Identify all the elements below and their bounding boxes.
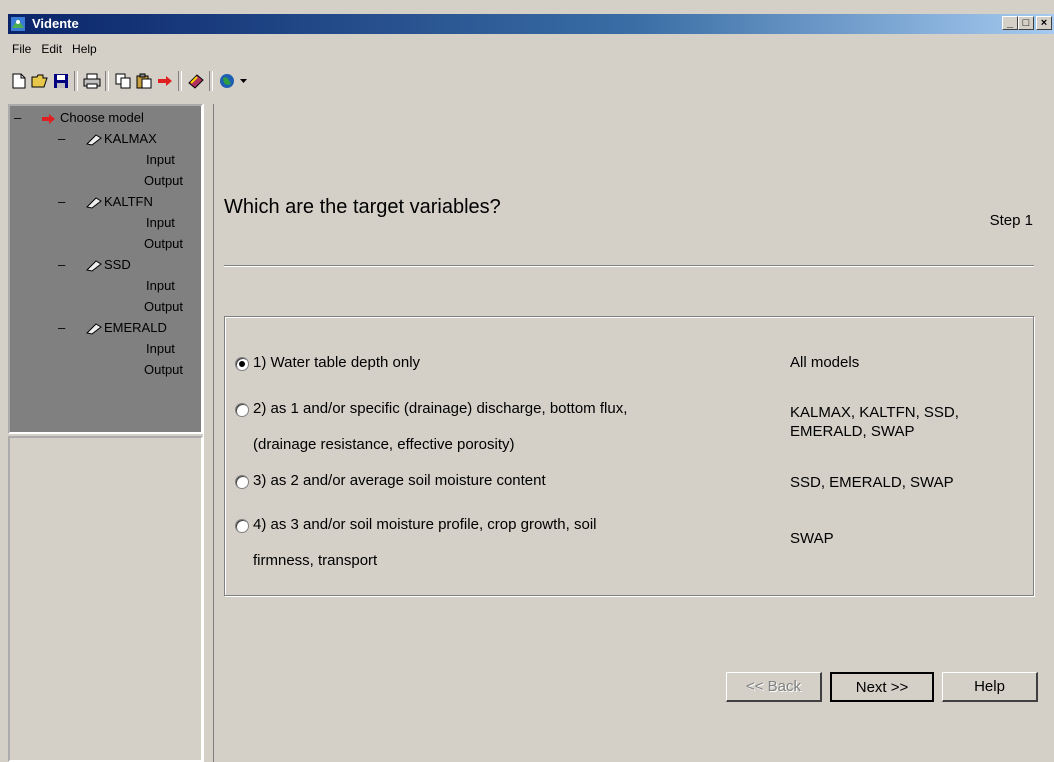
tree-expander[interactable]: –: [58, 131, 65, 146]
save-icon[interactable]: [50, 71, 71, 92]
title-bar: Vidente _ □ ×: [8, 14, 1054, 34]
globe-icon[interactable]: [216, 71, 237, 92]
option-radio[interactable]: [235, 403, 249, 417]
pencil-icon: [86, 134, 102, 146]
maximize-button[interactable]: □: [1018, 16, 1034, 30]
option-label[interactable]: 3) as 2 and/or average soil moisture con…: [253, 463, 546, 499]
close-button[interactable]: ×: [1036, 16, 1052, 30]
tree-expander[interactable]: –: [58, 194, 65, 209]
tree-item-output[interactable]: Output: [144, 173, 183, 188]
option-1[interactable]: 1) Water table depth only: [235, 345, 420, 381]
pencil-icon: [86, 323, 102, 335]
back-button-label: << Back: [745, 678, 802, 695]
option-label[interactable]: 1) Water table depth only: [253, 345, 420, 381]
dropdown-arrow-icon[interactable]: [237, 71, 249, 92]
back-button[interactable]: << Back: [726, 672, 822, 702]
menu-edit[interactable]: Edit: [37, 40, 68, 58]
book-icon[interactable]: [185, 71, 206, 92]
step-indicator: Step 1: [989, 212, 1033, 229]
app-icon: [11, 17, 25, 31]
option-models: SSD, EMERALD, SWAP: [790, 474, 954, 491]
toolbar: [8, 68, 249, 94]
option-radio[interactable]: [235, 475, 249, 489]
divider: [224, 265, 1034, 267]
print-icon[interactable]: [81, 71, 102, 92]
menu-bar: File Edit Help: [8, 40, 103, 58]
model-tree: – Choose model – KALMAX Input Output – K…: [8, 104, 203, 434]
new-icon[interactable]: [8, 71, 29, 92]
tree-item-input[interactable]: Input: [146, 215, 175, 230]
pencil-icon: [86, 260, 102, 272]
tree-model-label[interactable]: SSD: [104, 257, 131, 272]
tree-item-output[interactable]: Output: [144, 362, 183, 377]
toolbar-separator: [209, 71, 213, 91]
option-models: KALMAX, KALTFN, SSD, EMERALD, SWAP: [790, 403, 959, 441]
tree-model-label[interactable]: KALTFN: [104, 194, 153, 209]
option-models: All models: [790, 354, 860, 371]
window-title: Vidente: [32, 16, 79, 31]
tree-item-input[interactable]: Input: [146, 152, 175, 167]
copy-icon[interactable]: [112, 71, 133, 92]
help-button-label: Help: [974, 678, 1005, 695]
option-2[interactable]: 2) as 1 and/or specific (drainage) disch…: [235, 391, 627, 463]
tree-root-label[interactable]: Choose model: [60, 110, 144, 125]
option-label[interactable]: (drainage resistance, effective porosity…: [253, 427, 627, 463]
option-label[interactable]: firmness, transport: [253, 543, 596, 579]
next-button[interactable]: Next >>: [830, 672, 934, 702]
tree-expander[interactable]: –: [58, 320, 65, 335]
details-pane: [8, 436, 203, 762]
menu-file[interactable]: File: [8, 40, 37, 58]
red-arrow-icon: [42, 114, 55, 124]
page-title: Which are the target variables?: [224, 196, 501, 218]
tree-item-input[interactable]: Input: [146, 278, 175, 293]
splitter[interactable]: [203, 104, 213, 762]
tree-item-output[interactable]: Output: [144, 236, 183, 251]
toolbar-separator: [105, 71, 109, 91]
pencil-icon: [86, 197, 102, 209]
help-button[interactable]: Help: [942, 672, 1038, 702]
wizard-pane: Which are the target variables? Step 1 1…: [213, 104, 1054, 762]
arrow-icon[interactable]: [154, 71, 175, 92]
paste-icon[interactable]: [133, 71, 154, 92]
tree-model-label[interactable]: EMERALD: [104, 320, 167, 335]
minimize-button[interactable]: _: [1002, 16, 1018, 30]
tree-item-input[interactable]: Input: [146, 341, 175, 356]
tree-model-label[interactable]: KALMAX: [104, 131, 157, 146]
option-models-line: KALMAX, KALTFN, SSD,: [790, 404, 959, 421]
option-radio[interactable]: [235, 357, 249, 371]
open-icon[interactable]: [29, 71, 50, 92]
toolbar-separator: [74, 71, 78, 91]
next-button-label: Next >>: [855, 678, 909, 696]
toolbar-separator: [178, 71, 182, 91]
tree-item-output[interactable]: Output: [144, 299, 183, 314]
menu-help[interactable]: Help: [68, 40, 103, 58]
option-label[interactable]: 4) as 3 and/or soil moisture profile, cr…: [253, 507, 596, 543]
option-3[interactable]: 3) as 2 and/or average soil moisture con…: [235, 463, 546, 499]
option-models-line: EMERALD, SWAP: [790, 423, 915, 440]
tree-expander[interactable]: –: [14, 110, 21, 125]
tree-expander[interactable]: –: [58, 257, 65, 272]
option-radio[interactable]: [235, 519, 249, 533]
option-label[interactable]: 2) as 1 and/or specific (drainage) disch…: [253, 391, 627, 427]
option-models: SWAP: [790, 530, 834, 547]
target-variables-group: 1) Water table depth only All models 2) …: [224, 316, 1034, 596]
option-4[interactable]: 4) as 3 and/or soil moisture profile, cr…: [235, 507, 596, 579]
